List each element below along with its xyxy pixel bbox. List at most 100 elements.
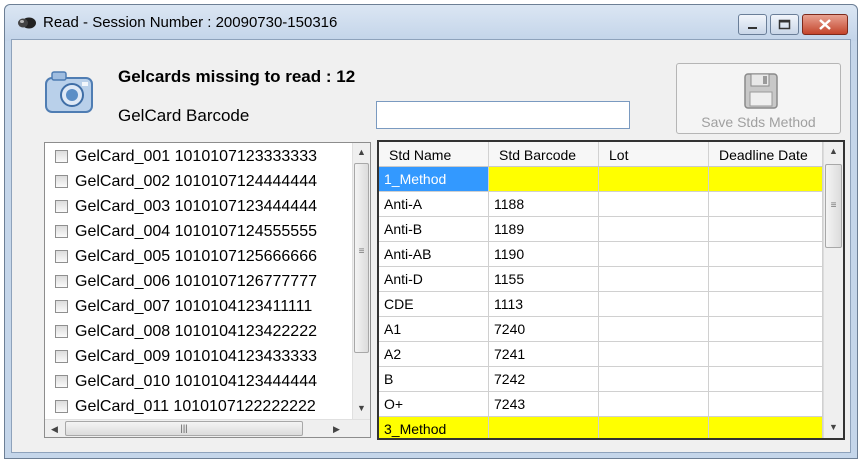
gelcard-list-item[interactable]: GelCard_008 1010104123422222 <box>53 320 351 345</box>
gelcard-checkbox[interactable] <box>55 250 68 263</box>
grid-cell-lot[interactable] <box>599 167 709 191</box>
grid-cell-name[interactable]: O+ <box>379 392 489 416</box>
grid-cell-barcode[interactable]: 1155 <box>489 267 599 291</box>
gelcard-list-item[interactable]: GelCard_004 1010107124555555 <box>53 220 351 245</box>
grid-row[interactable]: Anti-D 1155 <box>379 267 823 292</box>
grid-cell-barcode[interactable] <box>489 417 599 438</box>
grid-cell-barcode[interactable]: 1113 <box>489 292 599 316</box>
grid-cell-name[interactable]: 3_Method <box>379 417 489 438</box>
gelcard-checkbox[interactable] <box>55 225 68 238</box>
grid-cell-name[interactable]: B <box>379 367 489 391</box>
grid-cell-barcode[interactable]: 1189 <box>489 217 599 241</box>
grid-row[interactable]: B 7242 <box>379 367 823 392</box>
gelcard-list-item[interactable]: GelCard_011 1010107122222222 <box>53 395 351 419</box>
gelcard-checkbox[interactable] <box>55 300 68 313</box>
scroll-left-icon[interactable]: ◀ <box>46 420 63 437</box>
horizontal-scroll-thumb[interactable]: ||| <box>65 421 303 436</box>
title-bar[interactable]: Read - Session Number : 20090730-150316 <box>5 5 857 41</box>
grid-column-header[interactable]: Std Name <box>379 142 489 166</box>
grid-row[interactable]: Anti-B 1189 <box>379 217 823 242</box>
grid-cell-name[interactable]: Anti-AB <box>379 242 489 266</box>
scroll-right-icon[interactable]: ▶ <box>328 420 345 437</box>
grid-row[interactable]: Anti-AB 1190 <box>379 242 823 267</box>
grid-cell-name[interactable]: Anti-A <box>379 192 489 216</box>
grip-icon: ≡ <box>358 246 365 257</box>
grid-cell-deadline[interactable] <box>709 292 823 316</box>
gelcard-checkbox[interactable] <box>55 375 68 388</box>
grid-scroll-up-icon[interactable]: ▲ <box>824 142 843 160</box>
grid-row[interactable]: O+ 7243 <box>379 392 823 417</box>
method-row[interactable]: 3_Method <box>379 417 823 438</box>
grid-column-header[interactable]: Std Barcode <box>489 142 599 166</box>
grid-cell-lot[interactable] <box>599 342 709 366</box>
list-horizontal-scrollbar[interactable]: ◀ ||| ▶ <box>45 419 370 437</box>
grid-column-header[interactable]: Lot <box>599 142 709 166</box>
grid-cell-deadline[interactable] <box>709 342 823 366</box>
grid-cell-lot[interactable] <box>599 417 709 438</box>
grid-cell-name[interactable]: 1_Method <box>379 167 489 191</box>
grid-cell-deadline[interactable] <box>709 317 823 341</box>
grid-cell-deadline[interactable] <box>709 242 823 266</box>
close-button[interactable] <box>802 14 848 35</box>
grid-cell-barcode[interactable]: 7241 <box>489 342 599 366</box>
gelcard-checkbox[interactable] <box>55 325 68 338</box>
grid-cell-deadline[interactable] <box>709 367 823 391</box>
grid-row[interactable]: Anti-A 1188 <box>379 192 823 217</box>
grid-cell-barcode[interactable] <box>489 167 599 191</box>
grid-cell-lot[interactable] <box>599 367 709 391</box>
grid-cell-name[interactable]: Anti-B <box>379 217 489 241</box>
grid-row[interactable]: CDE 1113 <box>379 292 823 317</box>
gelcard-list-item[interactable]: GelCard_009 1010104123433333 <box>53 345 351 370</box>
gelcard-list-item[interactable]: GelCard_005 1010107125666666 <box>53 245 351 270</box>
gelcard-checkbox[interactable] <box>55 175 68 188</box>
grid-column-header[interactable]: Deadline Date <box>709 142 823 166</box>
gelcard-checkbox[interactable] <box>55 350 68 363</box>
gelcard-list-item[interactable]: GelCard_002 1010107124444444 <box>53 170 351 195</box>
gelcard-checkbox[interactable] <box>55 150 68 163</box>
scroll-up-icon[interactable]: ▲ <box>353 143 370 161</box>
grid-row[interactable]: A2 7241 <box>379 342 823 367</box>
grid-cell-barcode[interactable]: 7240 <box>489 317 599 341</box>
grid-row[interactable]: A1 7240 <box>379 317 823 342</box>
grid-cell-lot[interactable] <box>599 392 709 416</box>
grid-cell-lot[interactable] <box>599 217 709 241</box>
grid-cell-deadline[interactable] <box>709 392 823 416</box>
grid-cell-deadline[interactable] <box>709 417 823 438</box>
gelcard-list-item[interactable]: GelCard_006 1010107126777777 <box>53 270 351 295</box>
gelcard-checkbox[interactable] <box>55 275 68 288</box>
grid-cell-deadline[interactable] <box>709 192 823 216</box>
grid-cell-lot[interactable] <box>599 267 709 291</box>
gelcard-checkbox[interactable] <box>55 400 68 413</box>
grid-cell-barcode[interactable]: 7242 <box>489 367 599 391</box>
gelcard-list-item[interactable]: GelCard_010 1010104123444444 <box>53 370 351 395</box>
grid-cell-lot[interactable] <box>599 192 709 216</box>
grid-cell-lot[interactable] <box>599 292 709 316</box>
minimize-button[interactable] <box>738 14 767 35</box>
save-stds-method-button[interactable]: Save Stds Method <box>676 63 841 134</box>
grid-cell-name[interactable]: A2 <box>379 342 489 366</box>
scroll-down-icon[interactable]: ▼ <box>353 399 370 417</box>
gelcard-checkbox[interactable] <box>55 200 68 213</box>
gelcard-list-item[interactable]: GelCard_007 1010104123411111 <box>53 295 351 320</box>
grid-cell-lot[interactable] <box>599 242 709 266</box>
barcode-input[interactable] <box>376 101 630 129</box>
grid-vertical-scrollbar[interactable]: ▲ ≡ ▼ <box>823 142 843 438</box>
grid-cell-name[interactable]: CDE <box>379 292 489 316</box>
standards-grid[interactable]: Std Name Std Barcode Lot Deadline Date 1_Me… <box>377 140 845 440</box>
grid-cell-barcode[interactable]: 7243 <box>489 392 599 416</box>
grid-cell-deadline[interactable] <box>709 217 823 241</box>
gelcard-list-item[interactable]: GelCard_001 1010107123333333 <box>53 145 351 170</box>
grid-cell-deadline[interactable] <box>709 167 823 191</box>
grid-cell-barcode[interactable]: 1188 <box>489 192 599 216</box>
gelcard-checklist[interactable]: GelCard_001 1010107123333333 GelCard_002 … <box>44 142 371 438</box>
grid-cell-lot[interactable] <box>599 317 709 341</box>
grid-cell-name[interactable]: Anti-D <box>379 267 489 291</box>
grid-scroll-down-icon[interactable]: ▼ <box>824 418 843 436</box>
grid-cell-deadline[interactable] <box>709 267 823 291</box>
method-row[interactable]: 1_Method <box>379 167 823 192</box>
grid-cell-barcode[interactable]: 1190 <box>489 242 599 266</box>
grid-cell-name[interactable]: A1 <box>379 317 489 341</box>
list-vertical-scrollbar[interactable]: ▲ ≡ ▼ <box>352 143 370 419</box>
gelcard-list-item[interactable]: GelCard_003 1010107123444444 <box>53 195 351 220</box>
maximize-button[interactable] <box>770 14 799 35</box>
